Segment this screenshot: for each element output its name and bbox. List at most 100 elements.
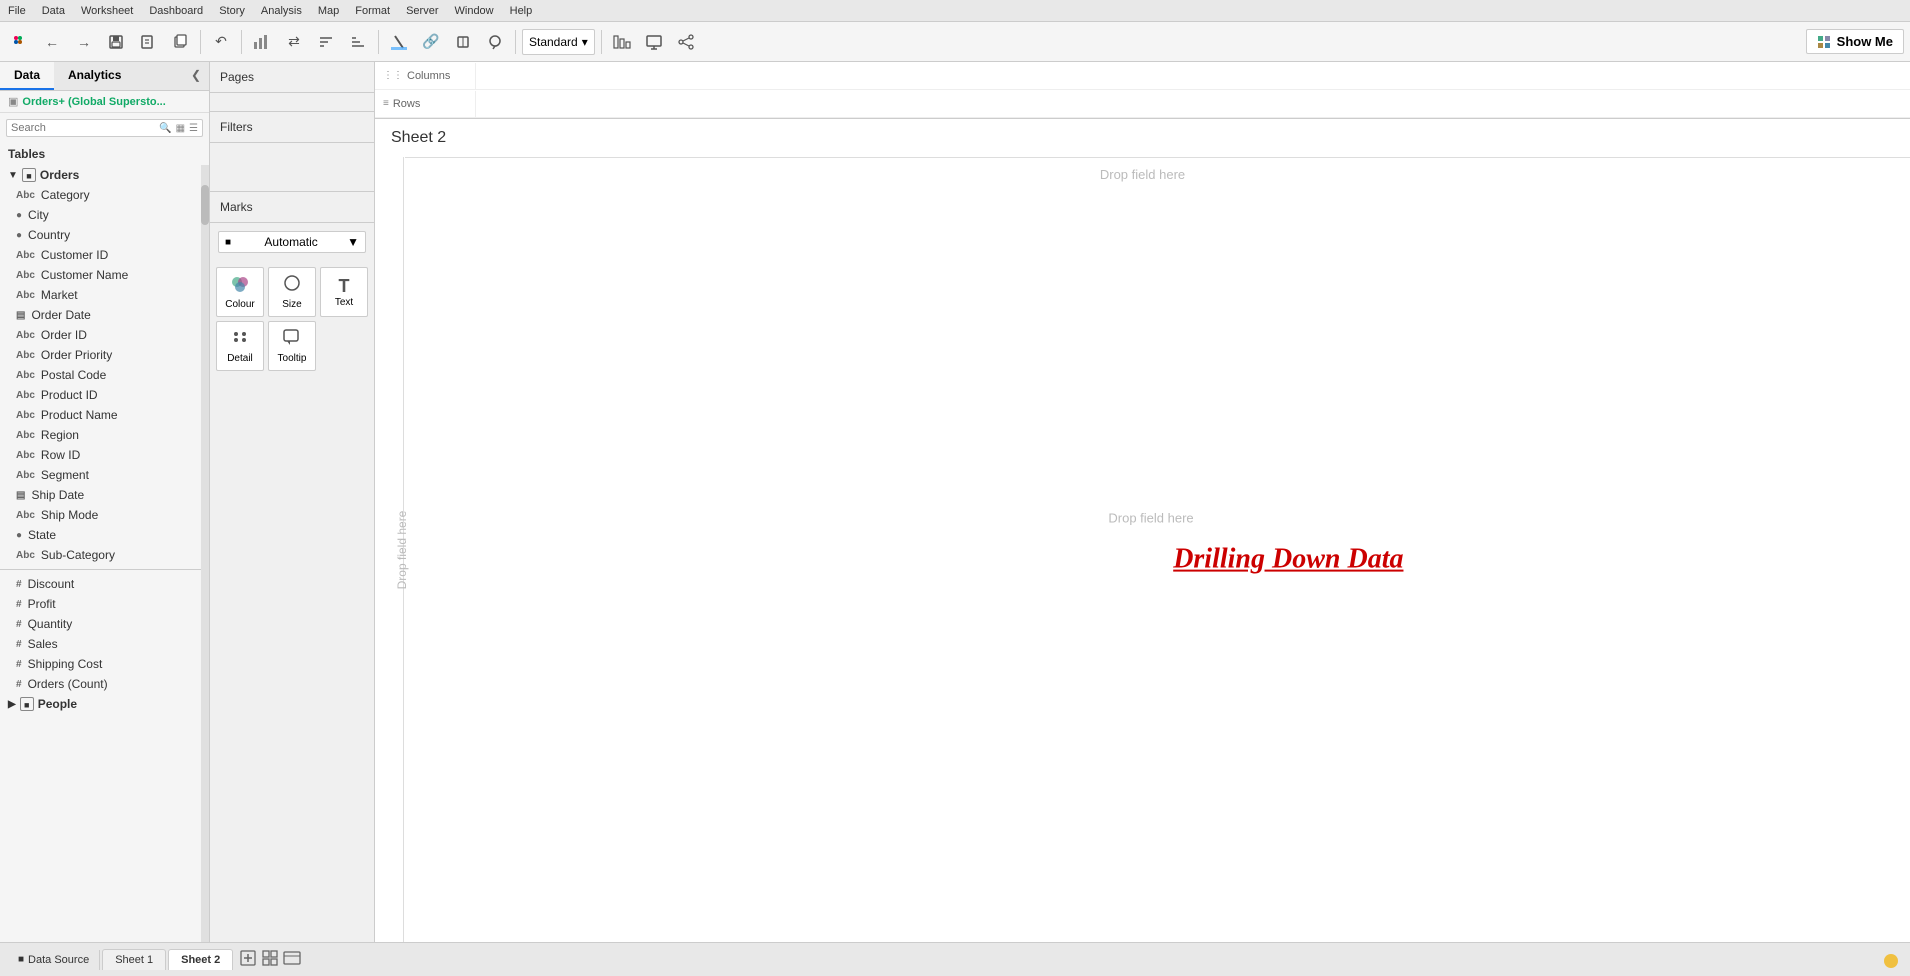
undo-button[interactable]: ↶ — [207, 28, 235, 56]
tab-action-icons — [239, 949, 301, 970]
filters-title: Filters — [210, 112, 374, 143]
swap-axes-button[interactable]: ⇄ — [280, 28, 308, 56]
view-dropdown[interactable]: Standard ▾ — [522, 29, 595, 55]
search-input[interactable] — [11, 122, 159, 134]
duplicate-button[interactable] — [166, 28, 194, 56]
marks-detail-button[interactable]: Detail — [216, 321, 264, 371]
link-button[interactable]: 🔗 — [417, 28, 445, 56]
field-region[interactable]: AbcRegion — [0, 425, 209, 445]
field-country[interactable]: ●Country — [0, 225, 209, 245]
field-order-priority[interactable]: AbcOrder Priority — [0, 345, 209, 365]
forward-button[interactable]: → — [70, 28, 98, 56]
menu-help[interactable]: Help — [510, 5, 533, 17]
present-button[interactable] — [640, 28, 668, 56]
tab-data[interactable]: Data — [0, 62, 54, 90]
menu-dashboard[interactable]: Dashboard — [149, 5, 203, 17]
type-abc-icon4: Abc — [16, 290, 35, 301]
new-button[interactable] — [134, 28, 162, 56]
menu-worksheet[interactable]: Worksheet — [81, 5, 133, 17]
field-quantity[interactable]: #Quantity — [0, 614, 209, 634]
type-hash-icon4: # — [16, 639, 22, 650]
separator-2 — [241, 30, 242, 54]
field-market[interactable]: AbcMarket — [0, 285, 209, 305]
field-postal-code[interactable]: AbcPostal Code — [0, 365, 209, 385]
field-city[interactable]: ●City — [0, 205, 209, 225]
color-picker-button[interactable] — [385, 28, 413, 56]
people-label: People — [38, 697, 77, 711]
field-discount[interactable]: #Discount — [0, 574, 209, 594]
text-icon: T — [339, 277, 350, 295]
field-state[interactable]: ●State — [0, 525, 209, 545]
show-me-button[interactable]: Show Me — [1806, 29, 1904, 54]
home-button[interactable] — [6, 28, 34, 56]
field-product-id[interactable]: AbcProduct ID — [0, 385, 209, 405]
tab-analytics[interactable]: Analytics — [54, 62, 135, 90]
columns-content[interactable] — [475, 63, 1910, 89]
field-row-id[interactable]: AbcRow ID — [0, 445, 209, 465]
size-label: Size — [282, 299, 301, 310]
marks-tooltip-button[interactable]: Tooltip — [268, 321, 316, 371]
share-button[interactable] — [672, 28, 700, 56]
field-order-date[interactable]: ▤Order Date — [0, 305, 209, 325]
marks-type-dropdown[interactable]: ■ Automatic ▼ — [218, 231, 366, 253]
sheet2-tab[interactable]: Sheet 2 — [168, 949, 233, 970]
type-abc-icon3: Abc — [16, 270, 35, 281]
field-ship-mode[interactable]: AbcShip Mode — [0, 505, 209, 525]
menu-format[interactable]: Format — [355, 5, 390, 17]
sort-desc-button[interactable] — [344, 28, 372, 56]
back-button[interactable]: ← — [38, 28, 66, 56]
sheet1-tab[interactable]: Sheet 1 — [102, 949, 166, 970]
type-globe-icon2: ● — [16, 230, 22, 241]
save-button[interactable] — [102, 28, 130, 56]
type-globe-icon3: ● — [16, 530, 22, 541]
toolbar: ← → ↶ ⇄ 🔗 Standard ▾ — [0, 22, 1910, 62]
people-db-icon: ■ — [20, 697, 34, 711]
tooltip-button[interactable] — [481, 28, 509, 56]
menu-window[interactable]: Window — [455, 5, 494, 17]
marks-type-label: Automatic — [264, 235, 317, 249]
drilling-down-text: Drilling Down Data — [1173, 543, 1403, 575]
list-icon[interactable]: ☰ — [189, 123, 198, 134]
menu-file[interactable]: File — [8, 5, 26, 17]
scrollbar-thumb[interactable] — [201, 185, 209, 225]
menu-map[interactable]: Map — [318, 5, 339, 17]
field-sub-category[interactable]: AbcSub-Category — [0, 545, 209, 565]
data-source-tab[interactable]: ■ Data Source — [8, 950, 100, 970]
orders-section-header[interactable]: ▼ ■ Orders — [0, 165, 209, 185]
filter-icon[interactable]: ▦ — [176, 123, 185, 134]
menu-story[interactable]: Story — [219, 5, 245, 17]
status-dot — [1884, 954, 1898, 968]
sort-asc-button[interactable] — [312, 28, 340, 56]
field-customer-id[interactable]: AbcCustomer ID — [0, 245, 209, 265]
colour-label: Colour — [225, 299, 254, 310]
people-section-header[interactable]: ▶ ■ People — [0, 694, 209, 714]
field-segment[interactable]: AbcSegment — [0, 465, 209, 485]
field-order-id[interactable]: AbcOrder ID — [0, 325, 209, 345]
rows-content[interactable] — [475, 91, 1910, 117]
marks-text-button[interactable]: T Text — [320, 267, 368, 317]
field-sales[interactable]: #Sales — [0, 634, 209, 654]
datasource-label: Orders+ (Global Supersto... — [22, 96, 165, 108]
fix-axes-button[interactable] — [449, 28, 477, 56]
new-dashboard-icon[interactable] — [261, 949, 279, 970]
marks-colour-button[interactable]: Colour — [216, 267, 264, 317]
field-product-name[interactable]: AbcProduct Name — [0, 405, 209, 425]
new-story-icon[interactable] — [283, 949, 301, 970]
marks-size-button[interactable]: Size — [268, 267, 316, 317]
field-profit[interactable]: #Profit — [0, 594, 209, 614]
new-worksheet-icon[interactable] — [239, 949, 257, 970]
canvas-main[interactable]: Drop field here Drop field here Drop fie… — [375, 157, 1910, 942]
field-category[interactable]: AbcCategory — [0, 185, 209, 205]
menu-analysis[interactable]: Analysis — [261, 5, 302, 17]
field-orders-count[interactable]: #Orders (Count) — [0, 674, 209, 694]
viz-button1[interactable] — [608, 28, 636, 56]
field-shipping-cost[interactable]: #Shipping Cost — [0, 654, 209, 674]
sheet-title: Sheet 2 — [375, 119, 1910, 157]
chart-type-button[interactable] — [248, 28, 276, 56]
panel-close[interactable]: ❮ — [183, 62, 209, 90]
field-ship-date[interactable]: ▤Ship Date — [0, 485, 209, 505]
search-icon[interactable]: 🔍 — [159, 123, 171, 134]
menu-server[interactable]: Server — [406, 5, 438, 17]
field-customer-name[interactable]: AbcCustomer Name — [0, 265, 209, 285]
menu-data[interactable]: Data — [42, 5, 65, 17]
